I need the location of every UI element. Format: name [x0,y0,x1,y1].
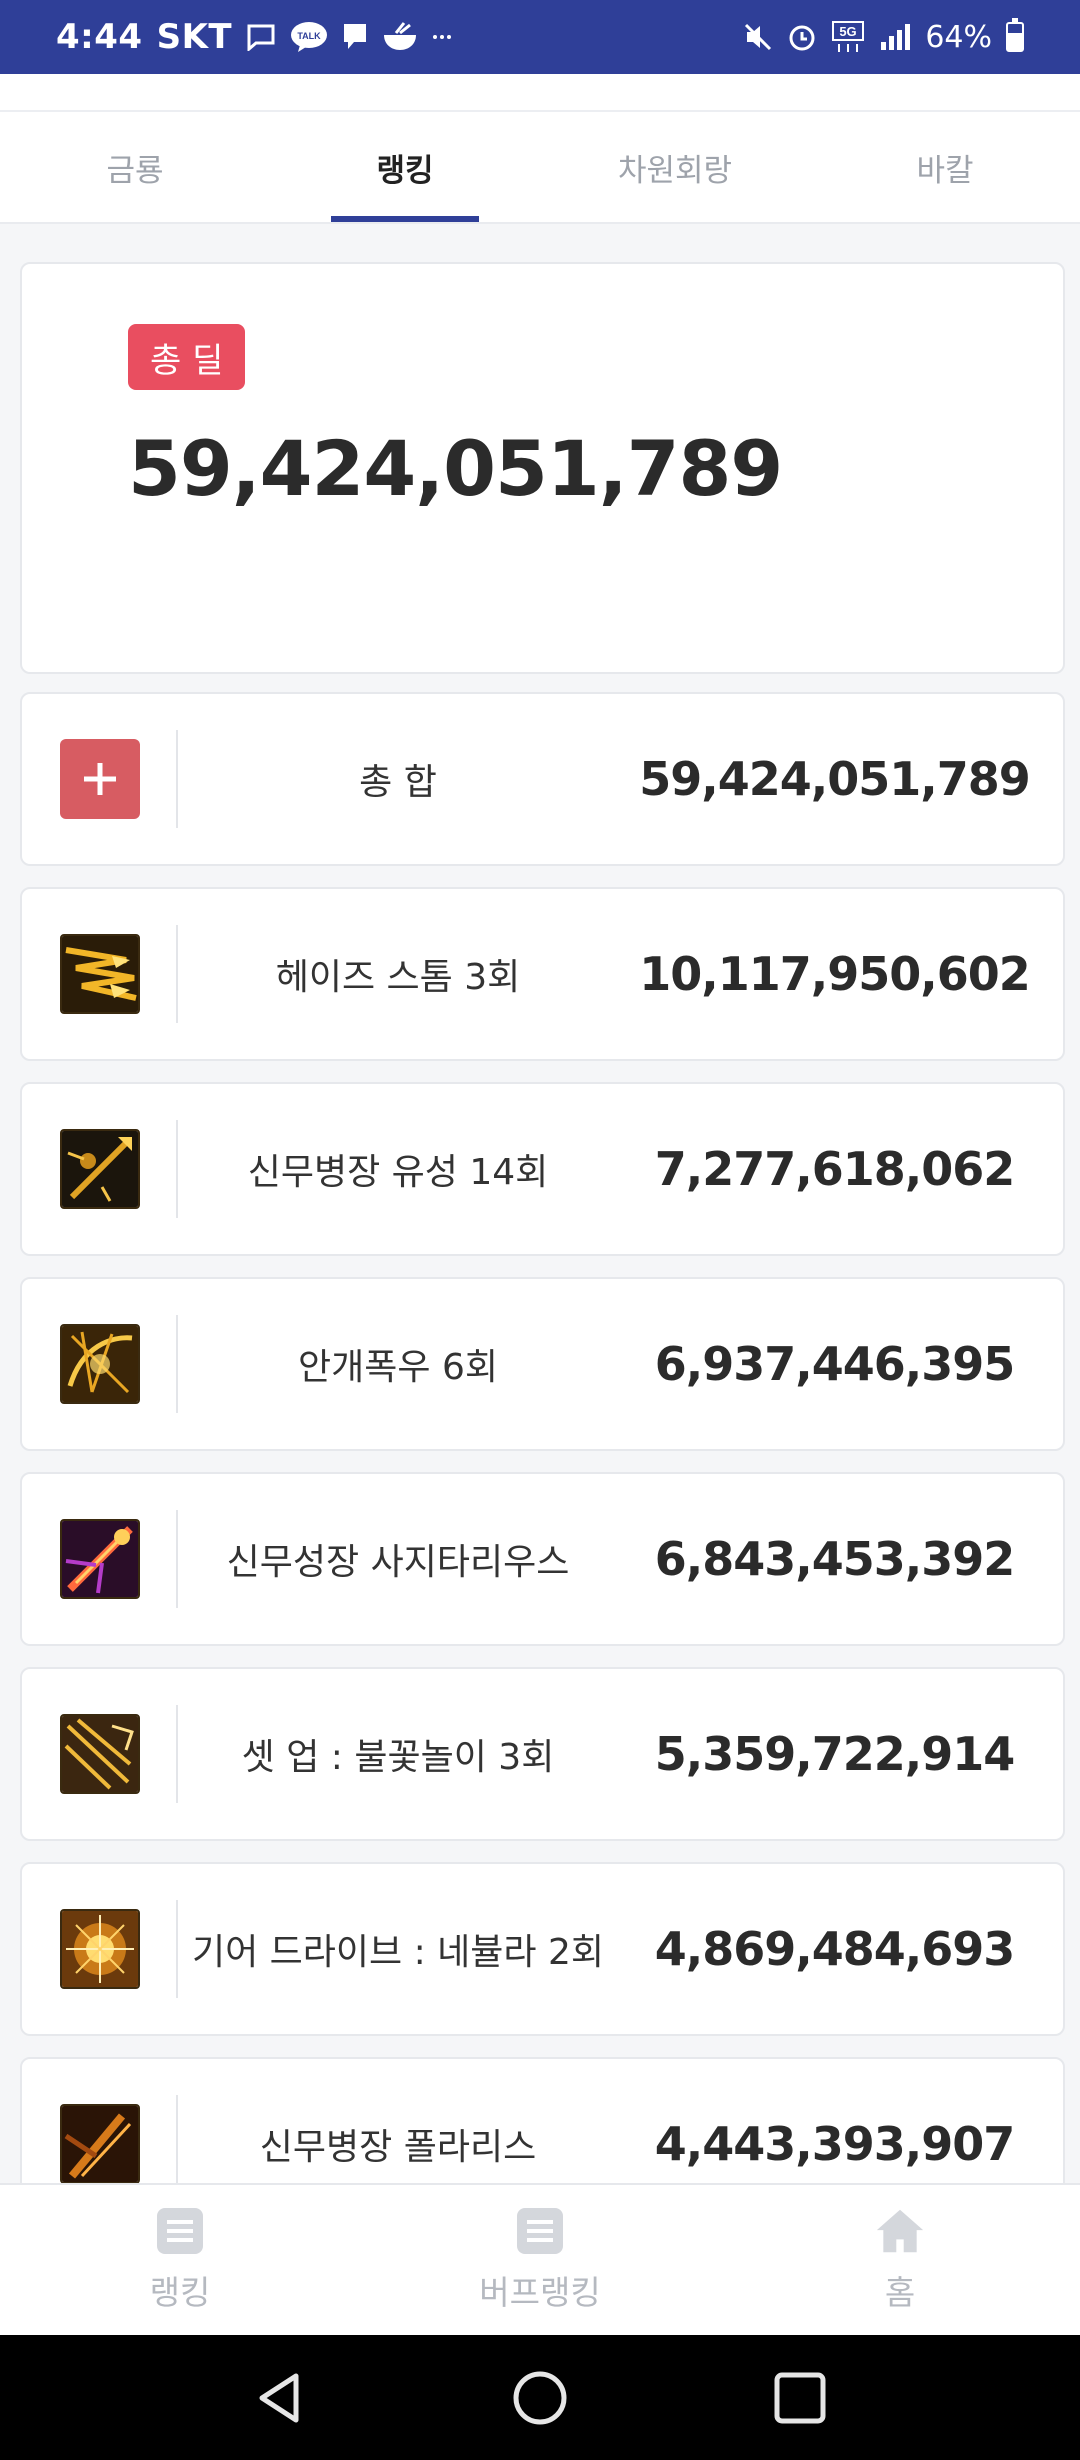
total-damage-card: 총 딜 59,424,051,789 [20,262,1065,674]
tab-bar: 금룡 랭킹 차원회랑 바칼 [0,112,1080,224]
sagittarius-icon [60,1519,140,1599]
list-item[interactable]: 셋 업 : 불꽃놀이 3회 5,359,722,914 [20,1667,1065,1841]
signal-icon [879,20,911,54]
bottom-navigation: 랭킹 버프랭킹 홈 [0,2183,1080,2335]
list-item-total[interactable]: 총 합 59,424,051,789 [20,692,1065,866]
battery-icon [1006,18,1024,52]
home-icon [875,2206,925,2256]
skill-damage: 6,937,446,395 [654,1337,1016,1391]
skill-name: 헤이즈 스톰 3회 [275,957,521,998]
nebula-icon [60,1909,140,1989]
battery-percent: 64% [925,19,992,55]
skill-damage: 7,277,618,062 [654,1142,1016,1196]
row-icon-container [22,1864,178,2034]
haze-storm-icon [60,934,140,1014]
message-icon [246,20,276,54]
row-icon-container [22,694,178,864]
tab-ranking[interactable]: 랭킹 [270,112,540,222]
row-icon-container [22,1279,178,1449]
talk-icon: TALK [290,20,328,54]
top-strip [0,74,1080,112]
alarm-icon [787,20,817,54]
tab-dimension-corridor[interactable]: 차원회랑 [540,112,810,222]
recents-button[interactable] [765,2363,835,2433]
network-5g-icon: 5G [831,20,865,54]
skill-name: 신무병장 유성 14회 [247,1152,549,1193]
list-item[interactable]: 헤이즈 스톰 3회 10,117,950,602 [20,887,1065,1061]
home-button[interactable] [505,2363,575,2433]
svg-text:5G: 5G [840,24,857,39]
status-time: 4:44 [56,17,143,57]
total-damage-badge: 총 딜 [128,324,246,390]
tab-bakal[interactable]: 바칼 [810,112,1080,222]
list-icon [155,2206,205,2256]
status-bar: 4:44 SKT TALK 5G 64% [0,0,1080,74]
skill-damage: 10,117,950,602 [639,947,1031,1001]
status-carrier: SKT [156,17,233,57]
skill-name: 안개폭우 6회 [298,1347,498,1388]
row-icon-container [22,1669,178,1839]
list-item[interactable]: 신무병장 유성 14회 7,277,618,062 [20,1082,1065,1256]
skill-name: 기어 드라이브 : 네뷸라 2회 [191,1932,604,1973]
fireworks-icon [60,1714,140,1794]
skill-damage: 5,359,722,914 [654,1727,1016,1781]
chat-bubble-icon [342,20,368,54]
nav-ranking[interactable]: 랭킹 [0,2185,360,2335]
svg-text:TALK: TALK [297,31,321,41]
nav-ranking-label: 랭킹 [149,2273,211,2312]
nav-buff-ranking[interactable]: 버프랭킹 [360,2185,720,2335]
mist-rain-icon [60,1324,140,1404]
skill-damage: 59,424,051,789 [639,752,1031,806]
skill-damage-list: 총 합 59,424,051,789 헤이즈 스톰 3회 10,117,950,… [20,692,1065,2252]
row-icon-container [22,1084,178,1254]
skill-name: 신무병장 폴라리스 [259,2127,537,2168]
back-button[interactable] [245,2363,315,2433]
skill-name: 총 합 [359,762,437,803]
system-navigation-bar [0,2335,1080,2460]
nav-buff-ranking-label: 버프랭킹 [479,2273,601,2312]
polaris-icon [60,2104,140,2184]
list-item[interactable]: 안개폭우 6회 6,937,446,395 [20,1277,1065,1451]
mute-icon [743,20,773,54]
row-icon-container [22,1474,178,1644]
skill-name: 신무성장 사지타리우스 [226,1542,570,1583]
skill-damage: 4,443,393,907 [654,2117,1016,2171]
list-item[interactable]: 기어 드라이브 : 네뷸라 2회 4,869,484,693 [20,1862,1065,2036]
nav-home-label: 홈 [884,2273,916,2312]
meteor-spear-icon [60,1129,140,1209]
total-damage-value: 59,424,051,789 [128,424,783,513]
nav-home[interactable]: 홈 [720,2185,1080,2335]
app-screen: 4:44 SKT TALK 5G 64% 금룡 랭킹 차원회랑 바칼 총 딜 5… [0,0,1080,2460]
skill-damage: 4,869,484,693 [654,1922,1016,1976]
row-icon-container [22,889,178,1059]
app-notification-icon [382,20,418,54]
more-notifications-icon [432,20,452,54]
tab-geumryong[interactable]: 금룡 [0,112,270,222]
list-icon [515,2206,565,2256]
plus-icon [60,739,140,819]
skill-damage: 6,843,453,392 [654,1532,1016,1586]
skill-name: 셋 업 : 불꽃놀이 3회 [241,1737,555,1778]
list-item[interactable]: 신무성장 사지타리우스 6,843,453,392 [20,1472,1065,1646]
